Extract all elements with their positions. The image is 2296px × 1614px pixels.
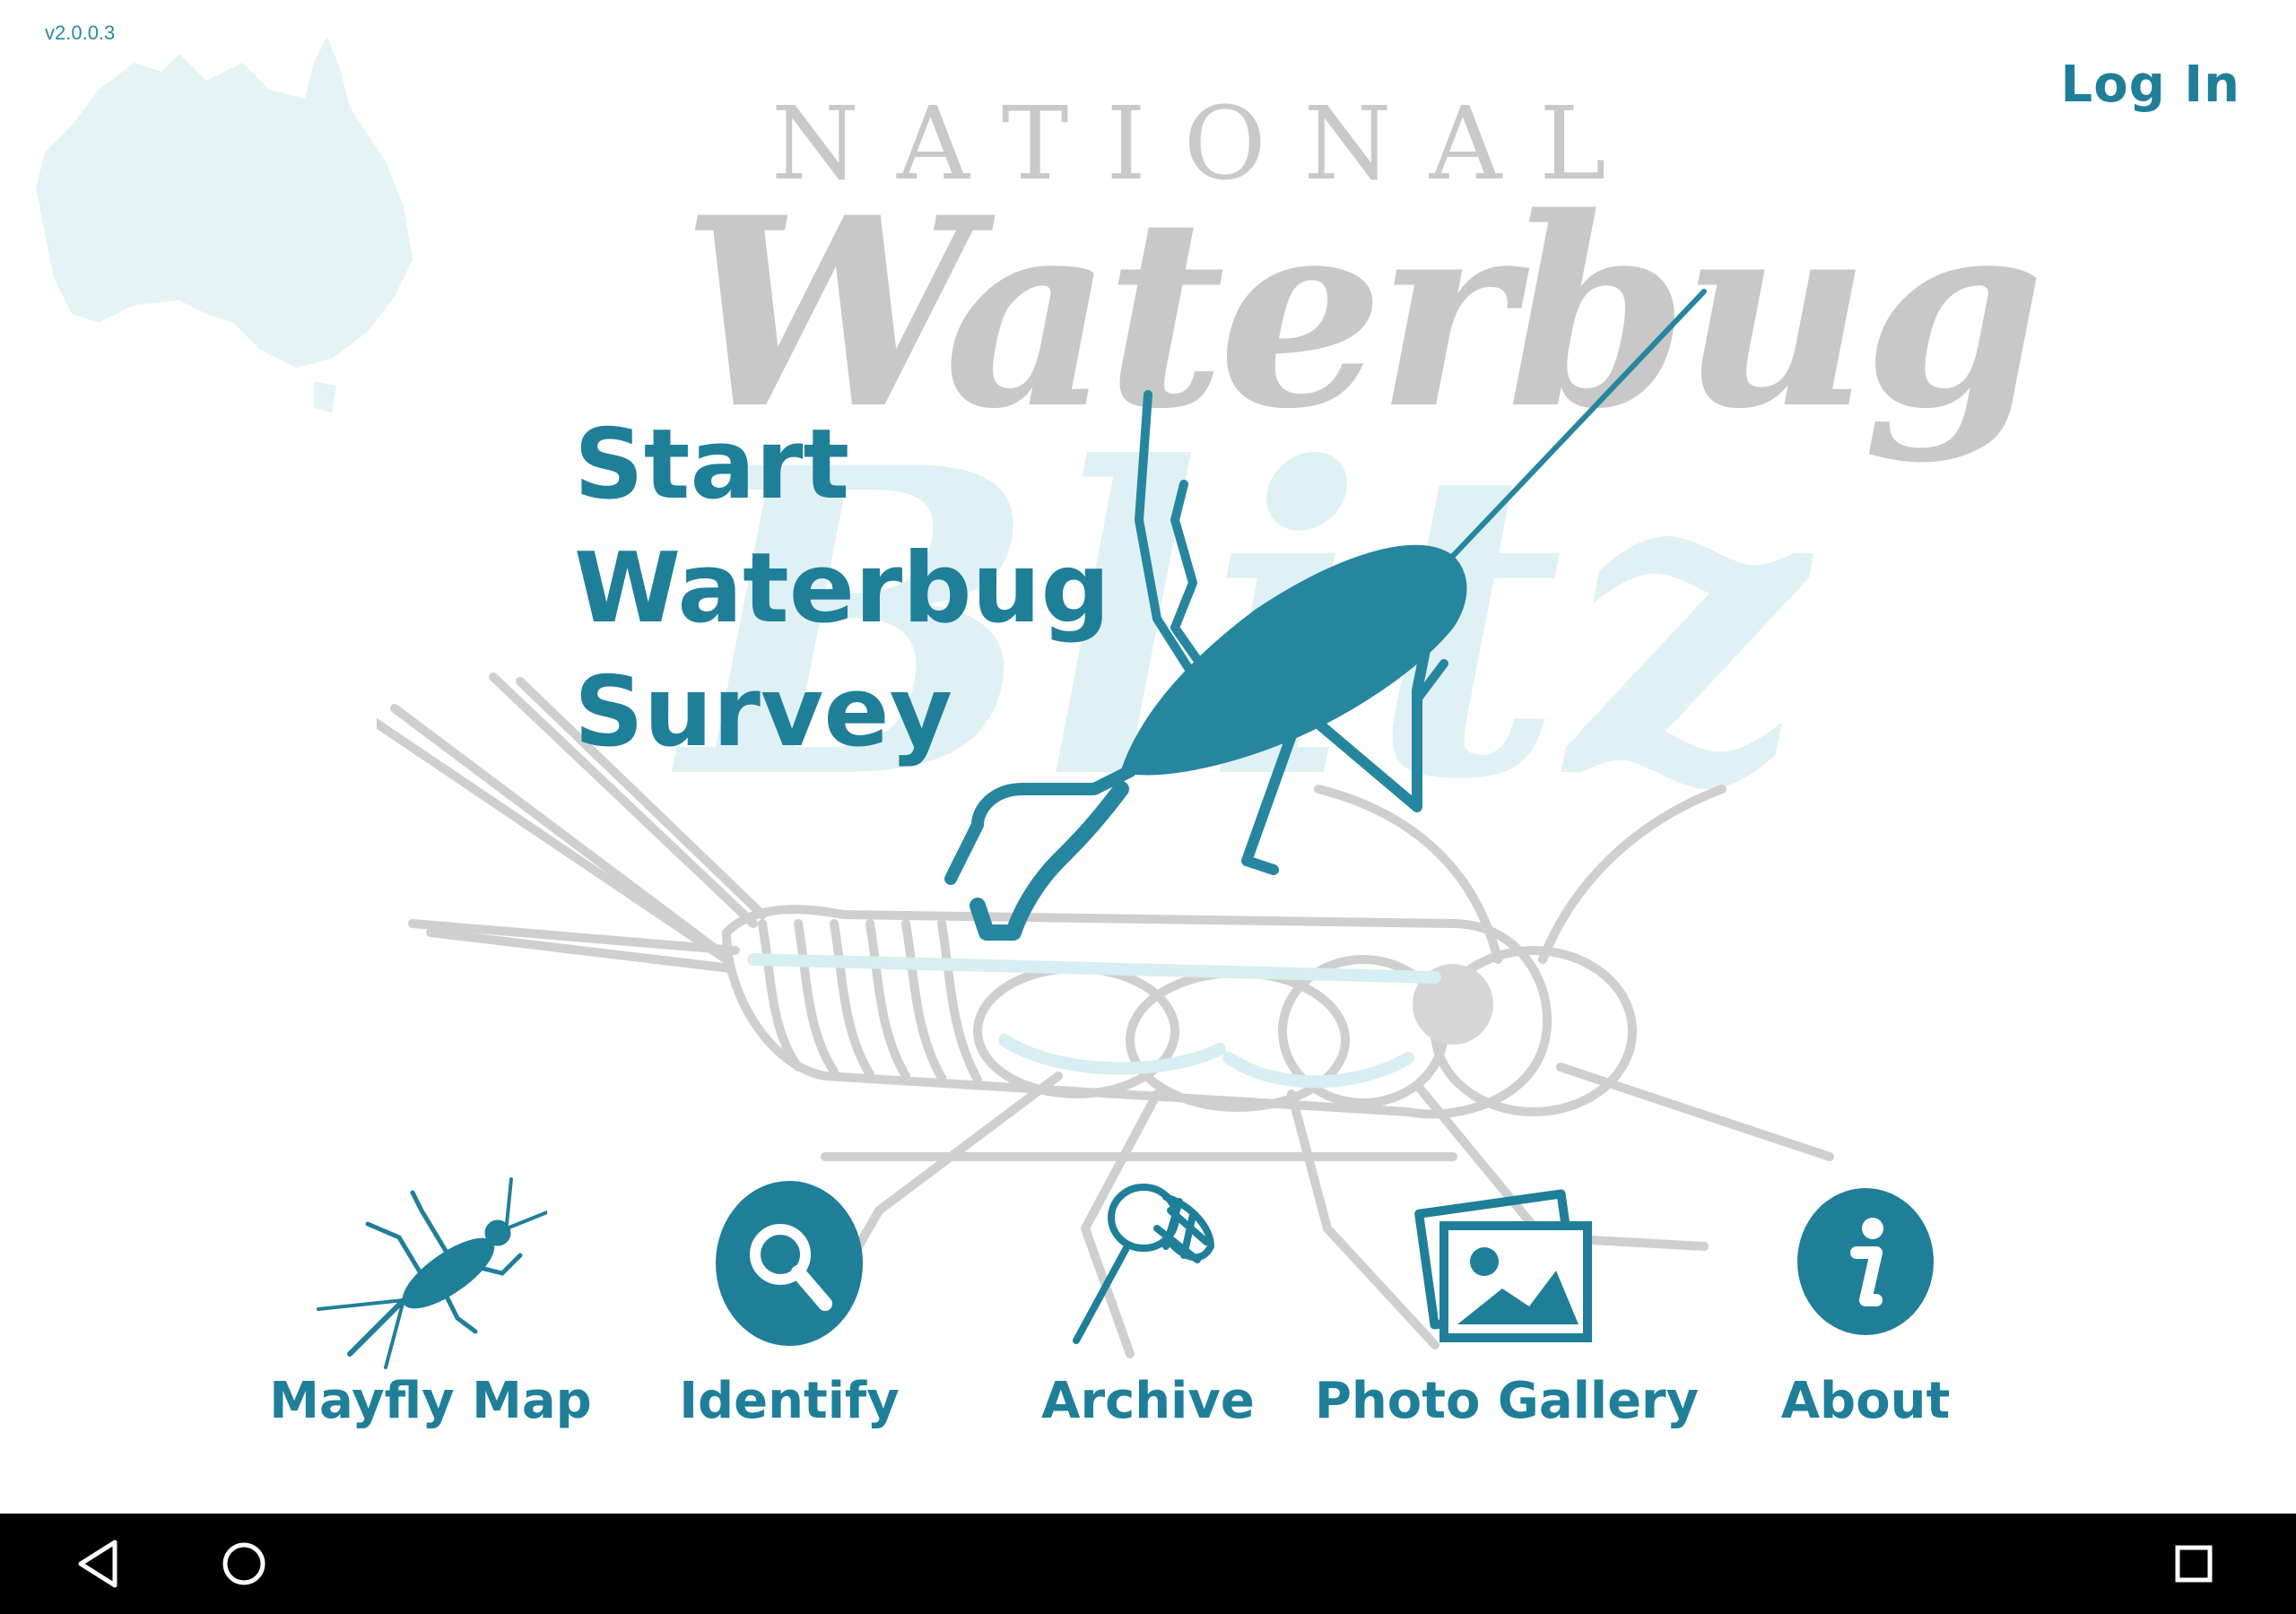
magnifier-icon — [716, 1181, 863, 1346]
about-button[interactable]: About — [1722, 1175, 2009, 1444]
photo-gallery-button[interactable]: Photo Gallery — [1309, 1175, 1704, 1444]
start-survey-line2: Waterbug — [574, 533, 1110, 645]
recents-icon[interactable] — [2160, 1530, 2228, 1598]
mayfly-icon — [317, 1177, 547, 1369]
info-icon — [1797, 1188, 1934, 1335]
net-icon — [1073, 1184, 1215, 1344]
archive-label: Archive — [1041, 1372, 1255, 1430]
login-button[interactable]: Log In — [2061, 56, 2240, 114]
start-survey-line1: Start — [574, 409, 850, 521]
back-icon[interactable] — [65, 1530, 133, 1598]
mayfly-map-label: Mayfly Map — [269, 1372, 592, 1430]
identify-button[interactable]: Identify — [646, 1175, 933, 1444]
australia-map-watermark — [36, 36, 413, 412]
screen: v2.0.0.3 Log In Blitz NATIONAL Waterbug — [0, 0, 2296, 1614]
start-survey-line3: Survey — [574, 656, 952, 768]
version-label: v2.0.0.3 — [45, 22, 116, 44]
mayfly-map-button[interactable]: Mayfly Map — [269, 1175, 592, 1444]
start-survey-button[interactable]: Start Waterbug Survey — [574, 404, 1112, 775]
archive-button[interactable]: Archive — [1004, 1175, 1292, 1444]
identify-label: Identify — [679, 1372, 900, 1430]
system-navigation-bar — [0, 1514, 2296, 1614]
photo-gallery-icon — [1414, 1189, 1592, 1342]
app-home: v2.0.0.3 Log In Blitz NATIONAL Waterbug — [0, 0, 2296, 1514]
home-icon[interactable] — [210, 1530, 278, 1598]
about-label: About — [1780, 1372, 1951, 1430]
photo-gallery-label: Photo Gallery — [1314, 1372, 1700, 1430]
